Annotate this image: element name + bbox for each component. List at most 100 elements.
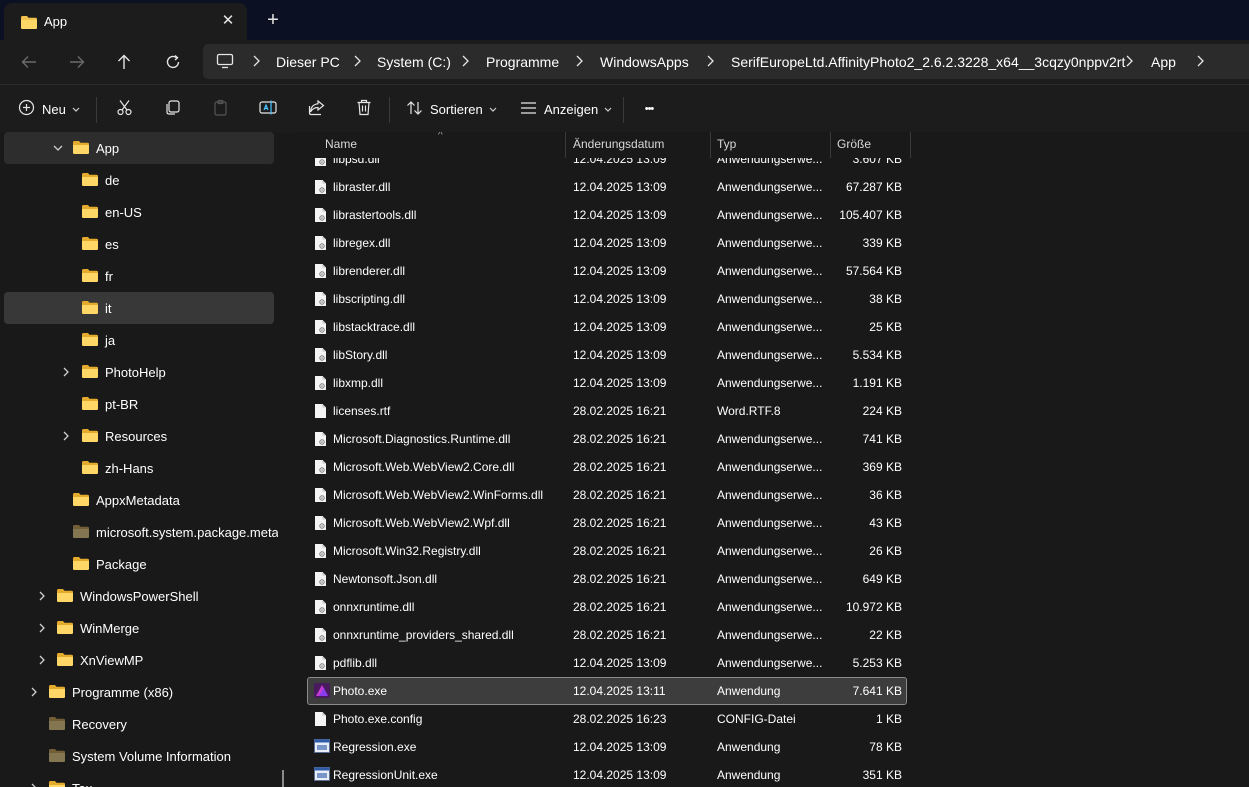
file-row-onnxruntime-dll[interactable]: onnxruntime.dll 28.02.2025 16:21 Anwendung… [308,594,906,620]
breadcrumb-programme[interactable]: Programme [486,54,559,70]
file-name: Photo.exe.config [333,712,423,726]
chevron-right-icon[interactable] [28,686,40,698]
forward-icon[interactable] [63,48,91,76]
chevron-down-icon[interactable] [52,142,64,154]
column-size[interactable]: Größe [837,137,871,151]
column-date[interactable]: Änderungsdatum [573,137,664,151]
file-row-photo-exe-config[interactable]: Photo.exe.config 28.02.2025 16:23 CONFIG-D… [308,706,906,732]
chevron-right-icon[interactable] [36,622,48,634]
delete-button[interactable] [353,95,375,123]
tree-item-winmerge[interactable]: WinMerge [4,612,274,644]
tree-item-package[interactable]: Package [4,548,274,580]
file-row-libstory-dll[interactable]: libStory.dll 12.04.2025 13:09 Anwendungser… [308,342,906,368]
tree-item-label: Package [96,557,147,572]
chevron-right-icon[interactable] [575,55,583,70]
command-bar: Neu Sortieren Anzeigen ••• [0,84,1249,133]
refresh-icon[interactable] [159,48,187,76]
address-bar[interactable]: Dieser PC System (C:) Programme WindowsA… [203,44,1249,79]
tree-scrollbar[interactable] [282,770,284,787]
tree-item-de[interactable]: de [4,164,274,196]
file-row-pdflib-dll[interactable]: pdflib.dll 12.04.2025 13:09 Anwendungserwe… [308,650,906,676]
more-options-button[interactable]: ••• [636,95,662,123]
tree-item-system-volume-information[interactable]: System Volume Information [4,740,274,772]
chevron-right-icon[interactable] [36,654,48,666]
sort-button[interactable]: Sortieren [406,95,497,123]
file-row-regressionunit-exe[interactable]: RegressionUnit.exe 12.04.2025 13:09 Anwend… [308,762,906,787]
new-tab-button[interactable]: + [262,9,284,31]
new-button[interactable]: Neu [18,95,80,123]
chevron-right-icon[interactable] [353,55,361,70]
breadcrumb-windowsapps[interactable]: WindowsApps [600,54,689,70]
file-row-libscripting-dll[interactable]: libscripting.dll 12.04.2025 13:09 Anwendun… [308,286,906,312]
copy-button[interactable] [161,95,183,123]
cut-button[interactable] [113,95,135,123]
chevron-right-icon[interactable] [60,366,72,378]
file-row-librenderer-dll[interactable]: librenderer.dll 12.04.2025 13:09 Anwendung… [308,258,906,284]
file-row-licenses-rtf[interactable]: licenses.rtf 28.02.2025 16:21 Word.RTF.8 22… [308,398,906,424]
share-button[interactable] [305,95,327,123]
breadcrumb-app[interactable]: App [1151,54,1176,70]
column-divider[interactable] [710,132,711,158]
chevron-right-icon[interactable] [1125,55,1133,70]
rename-button[interactable] [257,95,279,123]
chevron-right-icon[interactable] [36,590,48,602]
rename-icon [259,99,277,119]
close-tab-icon[interactable]: ✕ [218,11,238,31]
tree-item-fr[interactable]: fr [4,260,274,292]
tree-item-es[interactable]: es [4,228,274,260]
tree-item-photohelp[interactable]: PhotoHelp [4,356,274,388]
tree-item-tax[interactable]: Tax [4,772,274,787]
view-button[interactable]: Anzeigen [520,95,612,123]
tree-item-app[interactable]: App [4,132,274,164]
chevron-right-icon[interactable] [461,55,469,70]
tree-item-programme-x86[interactable]: Programme (x86) [4,676,274,708]
breadcrumb-system-c[interactable]: System (C:) [377,54,451,70]
tab-app[interactable]: App ✕ [4,3,247,40]
file-row-libxmp-dll[interactable]: libxmp.dll 12.04.2025 13:09 Anwendungserwe… [308,370,906,396]
file-row-microsoft-web-webview2-wpf-dll[interactable]: Microsoft.Web.WebView2.Wpf.dll 28.02.2025… [308,510,906,536]
tree-item-pt-br[interactable]: pt-BR [4,388,274,420]
breadcrumb-this-pc[interactable]: Dieser PC [276,54,340,70]
file-row-newtonsoft-json-dll[interactable]: Newtonsoft.Json.dll 28.02.2025 16:21 Anwen… [308,566,906,592]
breadcrumb-package-folder[interactable]: SerifEuropeLtd.AffinityPhoto2_2.6.2.3228… [731,54,1125,70]
file-row-regression-exe[interactable]: Regression.exe 12.04.2025 13:09 Anwendung 7… [308,734,906,760]
file-row-microsoft-web-webview2-winforms-dll[interactable]: Microsoft.Web.WebView2.WinForms.dll 28.02… [308,482,906,508]
tree-item-zh-hans[interactable]: zh-Hans [4,452,274,484]
tree-item-appxmetadata[interactable]: AppxMetadata [4,484,274,516]
column-type[interactable]: Typ [717,137,736,151]
tree-item-recovery[interactable]: Recovery [4,708,274,740]
file-row-librastertools-dll[interactable]: librastertools.dll 12.04.2025 13:09 Anwend… [308,202,906,228]
file-row-microsoft-win32-registry-dll[interactable]: Microsoft.Win32.Registry.dll 28.02.2025 1… [308,538,906,564]
tree-item-ja[interactable]: ja [4,324,274,356]
column-divider[interactable] [910,132,911,158]
back-icon[interactable] [15,48,43,76]
chevron-right-icon[interactable] [1196,55,1204,70]
chevron-right-icon[interactable] [706,55,714,70]
paste-button[interactable] [209,95,231,123]
tree-item-label: it [105,301,112,316]
tree-item-resources[interactable]: Resources [4,420,274,452]
file-name: Newtonsoft.Json.dll [333,572,438,586]
tree-item-windowspowershell[interactable]: WindowsPowerShell [4,580,274,612]
file-row-onnxruntime-providers-shared-dll[interactable]: onnxruntime_providers_shared.dll 28.02.20… [308,622,906,648]
file-size: 57.564 KB [845,264,902,278]
tree-item-en-us[interactable]: en-US [4,196,274,228]
dll-file-icon [314,179,327,198]
chevron-right-icon[interactable] [28,782,40,787]
up-icon[interactable] [110,48,138,76]
tree-item-microsoft-system-package-metadata[interactable]: microsoft.system.package.metadata [4,516,278,548]
tree-item-it[interactable]: it [4,292,274,324]
file-row-libraster-dll[interactable]: libraster.dll 12.04.2025 13:09 Anwendungse… [308,174,906,200]
file-row-libstacktrace-dll[interactable]: libstacktrace.dll 12.04.2025 13:09 Anwendu… [308,314,906,340]
column-divider[interactable] [830,132,831,158]
file-row-microsoft-web-webview2-core-dll[interactable]: Microsoft.Web.WebView2.Core.dll 28.02.202… [308,454,906,480]
file-date: 28.02.2025 16:21 [573,432,667,446]
column-name[interactable]: Name [325,137,357,151]
column-divider[interactable] [565,132,566,158]
chevron-right-icon[interactable] [252,55,260,70]
chevron-right-icon[interactable] [60,430,72,442]
file-row-photo-exe[interactable]: Photo.exe 12.04.2025 13:11 Anwendung 7.641 … [307,677,907,705]
file-row-libregex-dll[interactable]: libregex.dll 12.04.2025 13:09 Anwendungser… [308,230,906,256]
file-row-microsoft-diagnostics-runtime-dll[interactable]: Microsoft.Diagnostics.Runtime.dll 28.02.2… [308,426,906,452]
tree-item-xnviewmp[interactable]: XnViewMP [4,644,274,676]
